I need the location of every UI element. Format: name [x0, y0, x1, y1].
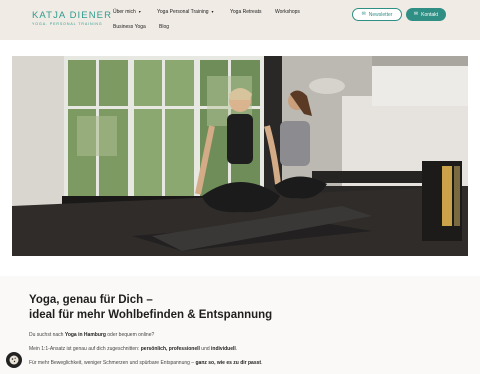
nav-item-label: Yoga Personal Training [157, 9, 209, 15]
bold-text: persönlich, professionell [140, 346, 200, 352]
intro-paragraph-2: Mein 1:1-Ansatz ist genau auf dich zuges… [29, 346, 237, 352]
nav-item-personal-training[interactable]: Yoga Personal Training ▾ [157, 9, 214, 15]
text: Du suchst nach [29, 332, 65, 338]
text: oder bequem online? [105, 332, 155, 338]
text: . [261, 360, 263, 366]
chevron-down-icon: ▾ [211, 9, 214, 14]
envelope-icon: ✉ [413, 11, 419, 17]
heading-line-2: ideal für mehr Wohlbefinden & Entspannun… [29, 308, 273, 321]
text: und [199, 346, 212, 352]
logo-tagline: YOGA. PERSONAL TRAINING [32, 22, 103, 26]
kontakt-button-label: Kontakt [421, 11, 439, 18]
hero-image [12, 56, 468, 256]
intro-heading: Yoga, genau für Dich – ideal für mehr Wo… [29, 293, 272, 322]
nav-item-retreats[interactable]: Yoga Retreats [230, 9, 262, 15]
newsletter-button[interactable]: ✉ Newsletter [352, 8, 402, 21]
text: . [235, 346, 238, 352]
site-header: KATJA DIENER YOGA. PERSONAL TRAINING Übe… [0, 0, 480, 40]
logo-name: KATJA DIENER [32, 10, 113, 21]
nav-item-workshops[interactable]: Workshops [275, 9, 300, 15]
heading-line-1: Yoga, genau für Dich – [29, 294, 153, 306]
chevron-down-icon: ▾ [138, 9, 141, 14]
bold-text: ganz so, wie es zu dir passt [195, 360, 262, 366]
logo[interactable]: KATJA DIENER YOGA. PERSONAL TRAINING [32, 10, 112, 26]
envelope-icon: ✉ [361, 11, 366, 17]
intro-paragraph-1: Du suchst nach Yoga in Hamburg oder bequ… [29, 332, 154, 338]
bold-text: Yoga in Hamburg [64, 332, 106, 338]
nav-item-ueber-mich[interactable]: Über mich ▾ [113, 9, 141, 15]
cookie-icon [9, 355, 19, 365]
yoga-photo-illustration [12, 56, 468, 256]
newsletter-button-label: Newsletter [368, 11, 393, 18]
intro-paragraph-3: Für mehr Beweglichkeit, weniger Schmerze… [29, 360, 262, 366]
nav-item-blog[interactable]: Blog [159, 24, 169, 30]
nav-item-business-yoga[interactable]: Business Yoga [113, 24, 146, 30]
cookie-settings-button[interactable] [6, 352, 22, 368]
text: Mein 1:1-Ansatz ist genau auf dich zuges… [29, 346, 141, 352]
nav-item-label: Über mich [113, 9, 136, 15]
text: Für mehr Beweglichkeit, weniger Schmerze… [29, 360, 196, 366]
bold-text: individuell [211, 346, 236, 352]
kontakt-button[interactable]: ✉ Kontakt [406, 8, 446, 21]
